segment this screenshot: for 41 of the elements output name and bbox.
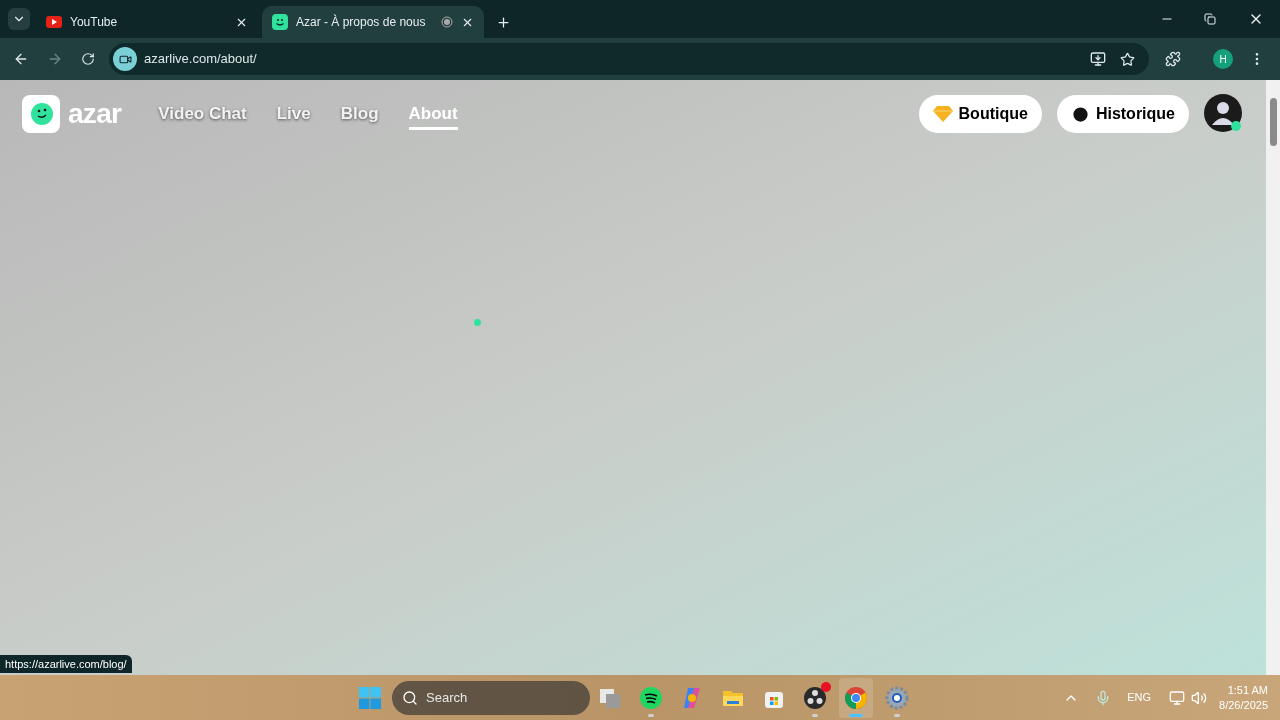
url-text: azarlive.com/about/ xyxy=(144,50,257,69)
gear-icon[interactable] xyxy=(885,685,909,710)
search-icon xyxy=(402,689,418,706)
browser-tab[interactable]: Azar - À propos de nous xyxy=(262,6,484,38)
running-indicator xyxy=(648,713,654,717)
notification-badge xyxy=(821,681,831,692)
smiley-icon xyxy=(272,14,288,30)
video-play-icon xyxy=(46,16,62,28)
reload-icon[interactable] xyxy=(81,52,95,66)
address-bar[interactable]: azarlive.com/about/ xyxy=(109,43,1149,75)
bookmark-star-icon[interactable] xyxy=(1120,51,1135,67)
clock-time: 1:51 AM xyxy=(1227,682,1268,698)
running-indicator xyxy=(849,713,863,717)
site-info-icon[interactable] xyxy=(113,47,137,71)
link-status-tooltip: https://azarlive.com/blog/ xyxy=(0,654,132,673)
tab-list-button[interactable] xyxy=(8,8,30,30)
tab-title: Azar - À propos de nous xyxy=(296,13,427,31)
back-icon[interactable] xyxy=(13,51,29,67)
search-placeholder: Search xyxy=(426,688,468,707)
record-app-icon[interactable] xyxy=(803,685,827,710)
extensions-icon[interactable] xyxy=(1165,51,1181,67)
browser-icon[interactable] xyxy=(844,685,868,710)
logo-icon xyxy=(22,95,60,133)
scrollbar[interactable] xyxy=(1266,80,1280,675)
restore-icon[interactable] xyxy=(1204,13,1216,25)
install-icon[interactable] xyxy=(1090,51,1106,67)
logo-text: azar xyxy=(68,97,122,131)
avatar-icon[interactable] xyxy=(1204,94,1244,134)
tab-title: YouTube xyxy=(70,14,119,31)
pill-button[interactable]: Boutique xyxy=(918,95,1042,133)
profile-button[interactable]: H xyxy=(1213,49,1233,69)
clock-date: 8/26/2025 xyxy=(1219,697,1268,713)
windows-start-icon[interactable] xyxy=(358,685,382,710)
new-tab-icon[interactable] xyxy=(496,14,511,30)
diamond-icon xyxy=(932,106,953,122)
running-indicator xyxy=(894,713,900,717)
search-field[interactable]: Search xyxy=(392,680,590,715)
running-indicator xyxy=(812,713,818,717)
music-app-icon[interactable] xyxy=(639,685,663,710)
pill-button[interactable]: Historique xyxy=(1056,95,1189,133)
browser-tab[interactable]: YouTube xyxy=(36,6,258,38)
